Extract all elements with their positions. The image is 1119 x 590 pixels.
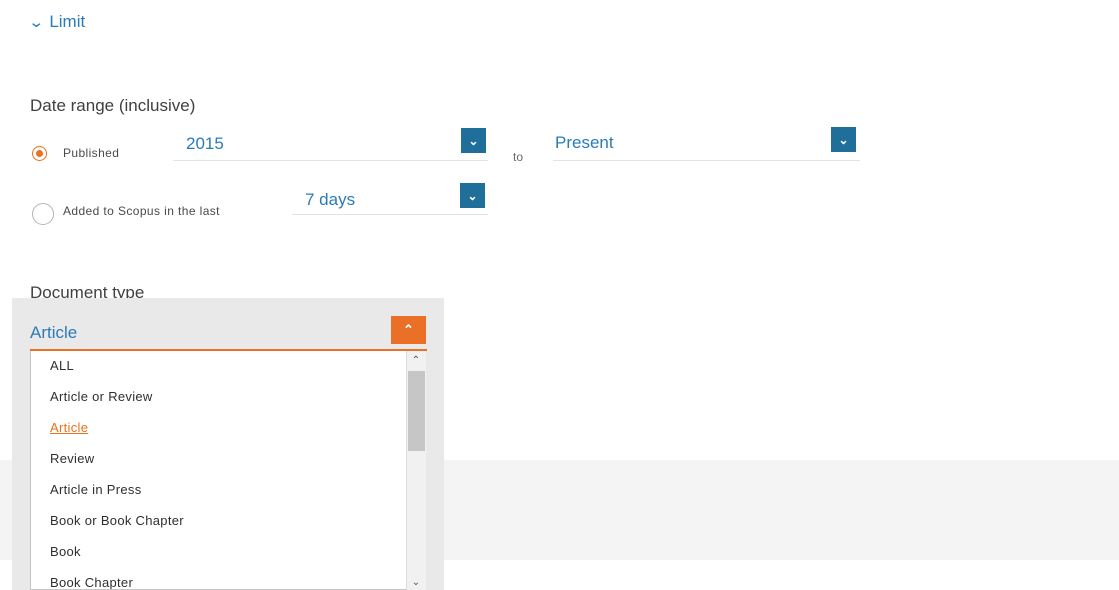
published-radio[interactable] (32, 146, 47, 161)
chevron-up-icon: ⌃ (403, 322, 414, 337)
list-item[interactable]: Book Chapter (50, 575, 133, 589)
chevron-down-icon: ⌄ (28, 14, 45, 31)
chevron-down-icon: ⌄ (467, 188, 478, 203)
list-item[interactable]: Review (50, 451, 94, 466)
document-type-selected[interactable]: Article (30, 323, 77, 343)
added-radio[interactable] (32, 203, 54, 225)
document-type-collapse-button[interactable]: ⌃ (391, 316, 426, 344)
added-dropdown-button[interactable]: ⌄ (460, 183, 485, 208)
scroll-thumb[interactable] (408, 371, 425, 451)
list-item[interactable]: Book (50, 544, 81, 559)
list-item[interactable]: Article in Press (50, 482, 142, 497)
published-to-dropdown-button[interactable]: ⌄ (831, 127, 856, 152)
date-range-heading: Date range (inclusive) (30, 96, 196, 115)
published-to-value: Present (555, 133, 614, 152)
chevron-down-icon: ⌄ (838, 132, 849, 147)
list-item[interactable]: ALL (50, 358, 74, 373)
list-item[interactable]: Book or Book Chapter (50, 513, 184, 528)
limit-toggle[interactable]: ⌄ Limit (28, 12, 86, 32)
list-item[interactable]: Article (50, 420, 88, 435)
list-item[interactable]: Article or Review (50, 389, 153, 404)
to-label: to (513, 150, 524, 164)
limit-label: Limit (49, 12, 86, 31)
published-label: Published (63, 146, 120, 160)
published-from-dropdown-button[interactable]: ⌄ (461, 128, 486, 153)
published-from-value: 2015 (186, 134, 224, 153)
document-type-list[interactable]: ALL Article or Review Article Review Art… (30, 351, 426, 590)
chevron-down-icon: ⌄ (468, 133, 479, 148)
added-label: Added to Scopus in the last (63, 204, 220, 218)
scroll-up-arrow-icon[interactable]: ⌃ (406, 352, 426, 368)
added-value: 7 days (305, 190, 356, 209)
scroll-down-arrow-icon[interactable]: ⌄ (406, 574, 426, 590)
